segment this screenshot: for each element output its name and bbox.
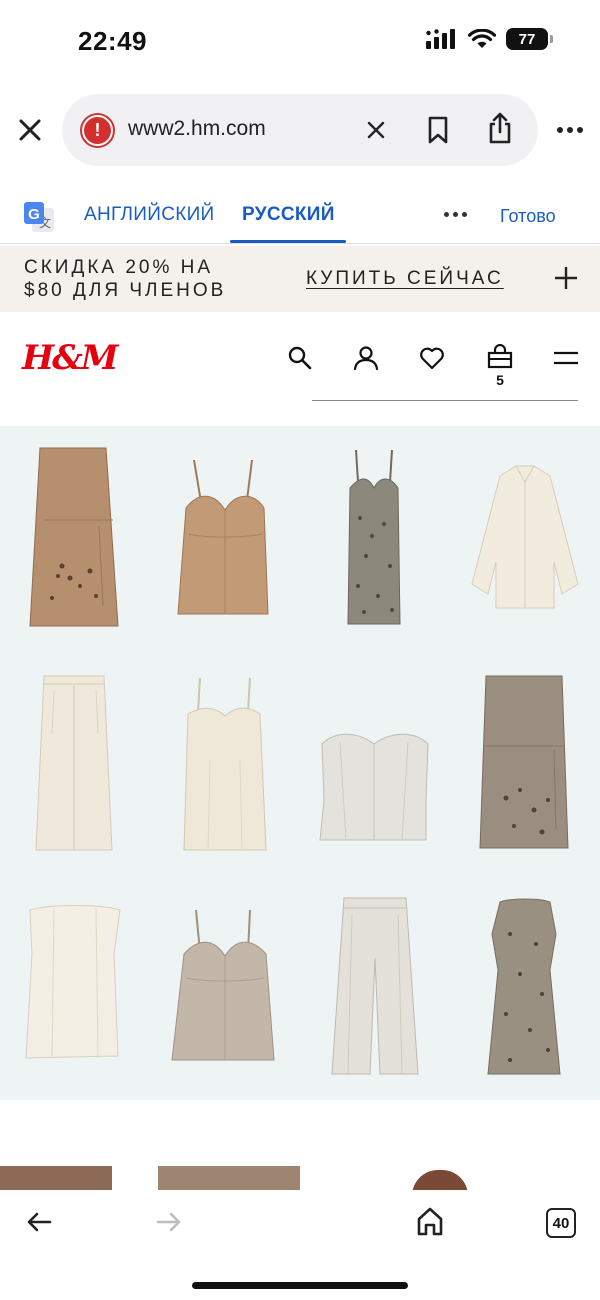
security-warning-icon[interactable]: ! [82,115,113,146]
site-header: H&M 5 [0,312,600,426]
product-image-shirt [471,465,579,609]
product-tile[interactable] [300,874,450,1098]
product-image-slip-dress [183,677,267,851]
product-image-bandeau-dress [25,905,121,1059]
promo-banner: СКИДКА 20% НА $80 ДЛЯ ЧЛЕНОВ КУПИТЬ СЕЙЧ… [0,246,600,312]
product-image-camisole-top-2 [171,909,275,1061]
status-bar: 22:49 77 [0,0,600,84]
translate-done-button[interactable]: Готово [500,206,556,227]
clear-url-icon[interactable] [364,118,388,142]
wifi-icon [468,29,496,48]
favorites-heart-icon[interactable] [418,344,446,372]
product-image-skirt-embellished-2 [479,675,569,849]
promo-text-line1: СКИДКА 20% НА [24,257,214,278]
battery-icon: 77 [506,28,553,50]
product-image-wide-trousers [35,675,113,851]
product-tile[interactable] [150,650,300,874]
url-text[interactable]: www2.hm.com [128,117,266,141]
tabs-count-button[interactable]: 40 [546,1208,576,1238]
product-tile[interactable] [0,650,150,874]
promo-text: СКИДКА 20% НА $80 ДЛЯ ЧЛЕНОВ [24,256,226,302]
status-time: 22:49 [78,26,147,56]
product-image-tailored-trousers [331,897,419,1075]
header-search-underline [312,400,578,401]
product-image-sleeveless-dress-embellished [487,898,561,1075]
cellular-signal-icon [426,29,455,49]
bookmark-icon[interactable] [426,116,450,144]
google-translate-icon: 文 G [24,202,54,232]
language-option-english[interactable]: АНГЛИЙСКИЙ [84,204,215,226]
product-tile[interactable] [450,874,600,1098]
product-tile[interactable] [450,650,600,874]
product-tile[interactable] [0,874,150,1098]
product-tile[interactable] [0,426,150,650]
hamburger-menu-icon[interactable] [552,344,580,372]
browser-url-row: ! www2.hm.com [0,94,600,166]
product-image-camisole-top [177,459,269,615]
product-tile[interactable] [150,426,300,650]
close-icon[interactable] [16,116,44,144]
search-icon[interactable] [286,344,314,372]
svg-text:G: G [28,206,40,223]
cart-count-badge: 5 [496,372,504,388]
product-image-slip-dress-embellished [347,449,401,625]
product-image-bustier-top [319,733,429,841]
product-tile[interactable] [150,874,300,1098]
product-tile[interactable] [300,650,450,874]
promo-text-line2: $80 ДЛЯ ЧЛЕНОВ [24,280,227,301]
account-icon[interactable] [352,344,380,372]
hm-logo[interactable]: H&M [22,338,118,378]
shopping-bag-icon[interactable] [486,344,514,372]
active-language-indicator [230,240,346,243]
product-tile[interactable] [450,426,600,650]
back-arrow-icon[interactable] [26,1210,52,1234]
product-grid [0,426,600,1100]
translate-bar: 文 G АНГЛИЙСКИЙ РУССКИЙ Готово [0,186,600,244]
share-icon[interactable] [486,112,514,144]
home-icon[interactable] [416,1206,444,1236]
translate-more-icon[interactable] [444,212,467,217]
shop-now-link[interactable]: КУПИТЬ СЕЙЧАС [306,268,504,290]
language-option-russian[interactable]: РУССКИЙ [242,204,335,226]
product-tile[interactable] [300,426,450,650]
status-icons: 77 [426,28,553,50]
address-bar[interactable]: ! www2.hm.com [62,94,538,166]
forward-arrow-icon[interactable] [156,1210,182,1234]
product-image-skirt-embellished [29,447,119,627]
browser-toolbar: 40 [0,1190,600,1300]
expand-plus-icon[interactable] [554,266,578,290]
more-options-icon[interactable] [556,118,584,142]
home-indicator[interactable] [192,1282,408,1289]
